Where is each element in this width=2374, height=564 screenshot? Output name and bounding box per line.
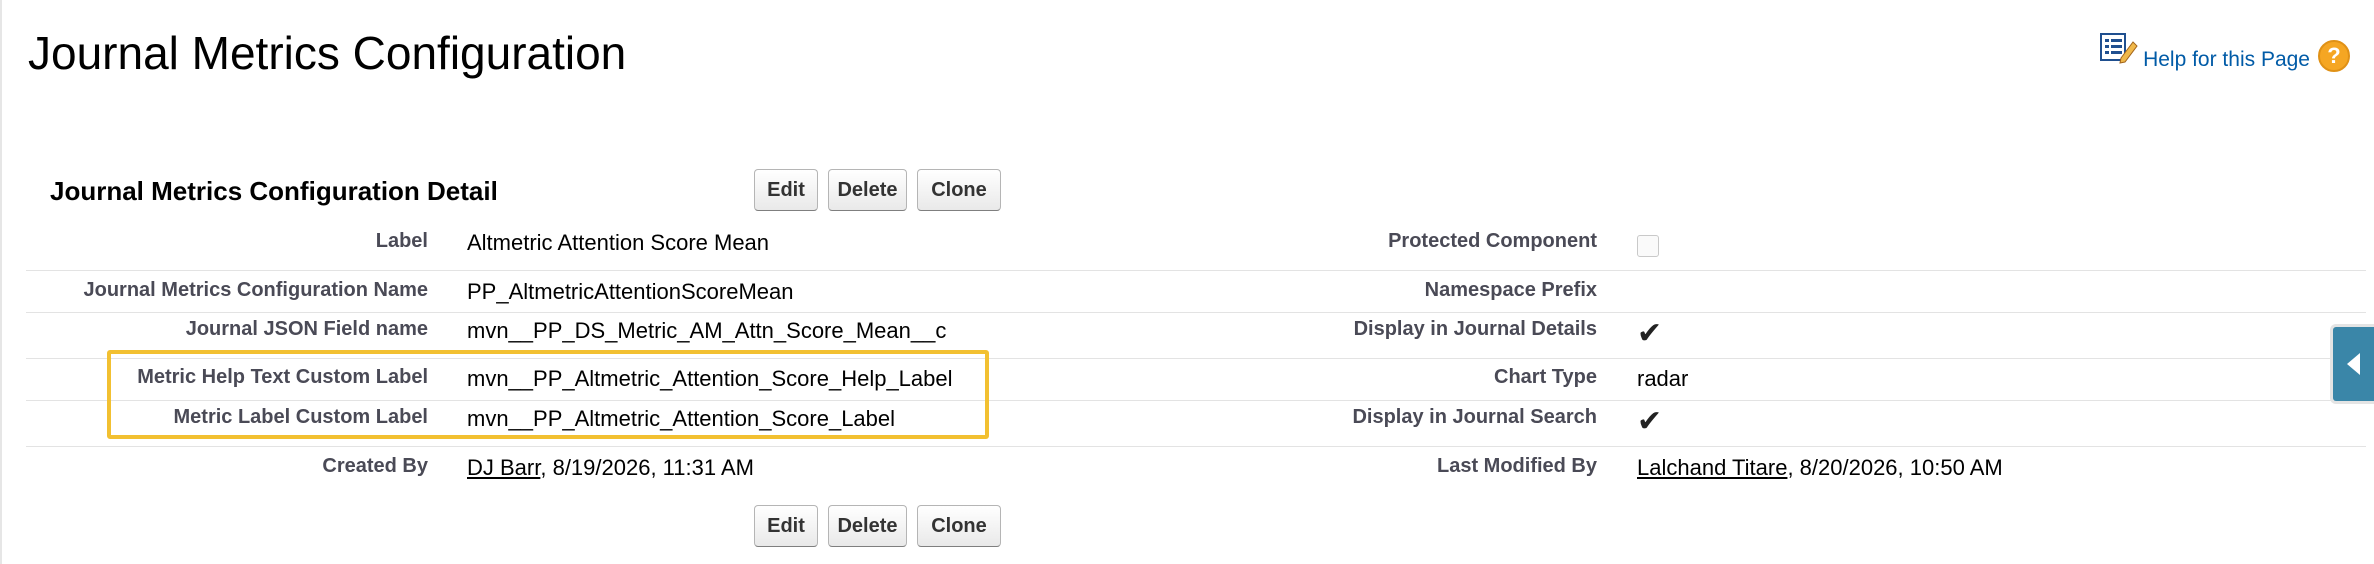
namespace-prefix-label: Namespace Prefix bbox=[1424, 279, 1597, 301]
config-name-label: Journal Metrics Configuration Name bbox=[83, 279, 429, 301]
delete-button[interactable]: Delete bbox=[828, 505, 907, 547]
help-page-icon[interactable] bbox=[2099, 32, 2139, 66]
chart-type-value: radar bbox=[1637, 366, 1689, 391]
collapse-arrow-icon bbox=[2347, 353, 2360, 375]
created-by-date: , 8/19/2026, 11:31 AM bbox=[540, 455, 754, 480]
checkmark-icon: ✔ bbox=[1637, 405, 1663, 438]
clone-button[interactable]: Clone bbox=[917, 505, 1001, 547]
page-title: Journal Metrics Configuration bbox=[28, 27, 627, 79]
section-title: Journal Metrics Configuration Detail bbox=[50, 176, 498, 206]
created-by-user-link[interactable]: DJ Barr bbox=[467, 455, 540, 480]
created-by-value: DJ Barr, 8/19/2026, 11:31 AM bbox=[467, 455, 754, 481]
side-panel-tab[interactable] bbox=[2330, 324, 2374, 404]
last-modified-by-label: Last Modified By bbox=[1436, 455, 1597, 477]
label-label: Label bbox=[375, 230, 428, 252]
help-for-this-page-link[interactable]: Help for this Page bbox=[2143, 48, 2310, 72]
chart-type-label: Chart Type bbox=[1494, 366, 1597, 388]
detail-row: Label Altmetric Attention Score Mean Pro… bbox=[26, 218, 2366, 271]
last-modified-by-user-link[interactable]: Lalchand Titare bbox=[1637, 455, 1787, 480]
json-field-name-label: Journal JSON Field name bbox=[185, 318, 428, 340]
edit-button[interactable]: Edit bbox=[754, 169, 818, 211]
edit-button[interactable]: Edit bbox=[754, 505, 818, 547]
clone-button[interactable]: Clone bbox=[917, 169, 1001, 211]
detail-row: Created By DJ Barr, 8/19/2026, 11:31 AM … bbox=[26, 447, 2366, 492]
question-circle-icon[interactable]: ? bbox=[2318, 40, 2350, 72]
label-value: Altmetric Attention Score Mean bbox=[467, 230, 770, 255]
protected-component-label: Protected Component bbox=[1388, 230, 1597, 252]
help-link-area: Help for this Page ? bbox=[2099, 32, 2350, 72]
created-by-label: Created By bbox=[322, 455, 428, 477]
top-button-row: Edit Delete Clone bbox=[754, 169, 1001, 211]
bottom-button-row: Edit Delete Clone bbox=[754, 505, 1001, 547]
protected-component-checkbox bbox=[1637, 235, 1659, 257]
last-modified-by-value: Lalchand Titare, 8/20/2026, 10:50 AM bbox=[1637, 455, 2003, 481]
json-field-name-value: mvn__PP_DS_Metric_AM_Attn_Score_Mean__c bbox=[467, 318, 947, 343]
display-in-details-label: Display in Journal Details bbox=[1353, 318, 1597, 340]
last-modified-by-date: , 8/20/2026, 10:50 AM bbox=[1787, 455, 2003, 480]
highlight-box bbox=[107, 350, 989, 439]
display-in-search-label: Display in Journal Search bbox=[1352, 406, 1597, 428]
detail-row: Journal Metrics Configuration Name PP_Al… bbox=[26, 271, 2366, 313]
delete-button[interactable]: Delete bbox=[828, 169, 907, 211]
empty-checkbox-icon bbox=[1637, 235, 1659, 257]
config-name-value: PP_AltmetricAttentionScoreMean bbox=[467, 279, 794, 304]
page: Journal Metrics Configuration Help for t… bbox=[0, 0, 2374, 564]
left-divider bbox=[0, 0, 2, 564]
checkmark-icon: ✔ bbox=[1637, 317, 1663, 350]
